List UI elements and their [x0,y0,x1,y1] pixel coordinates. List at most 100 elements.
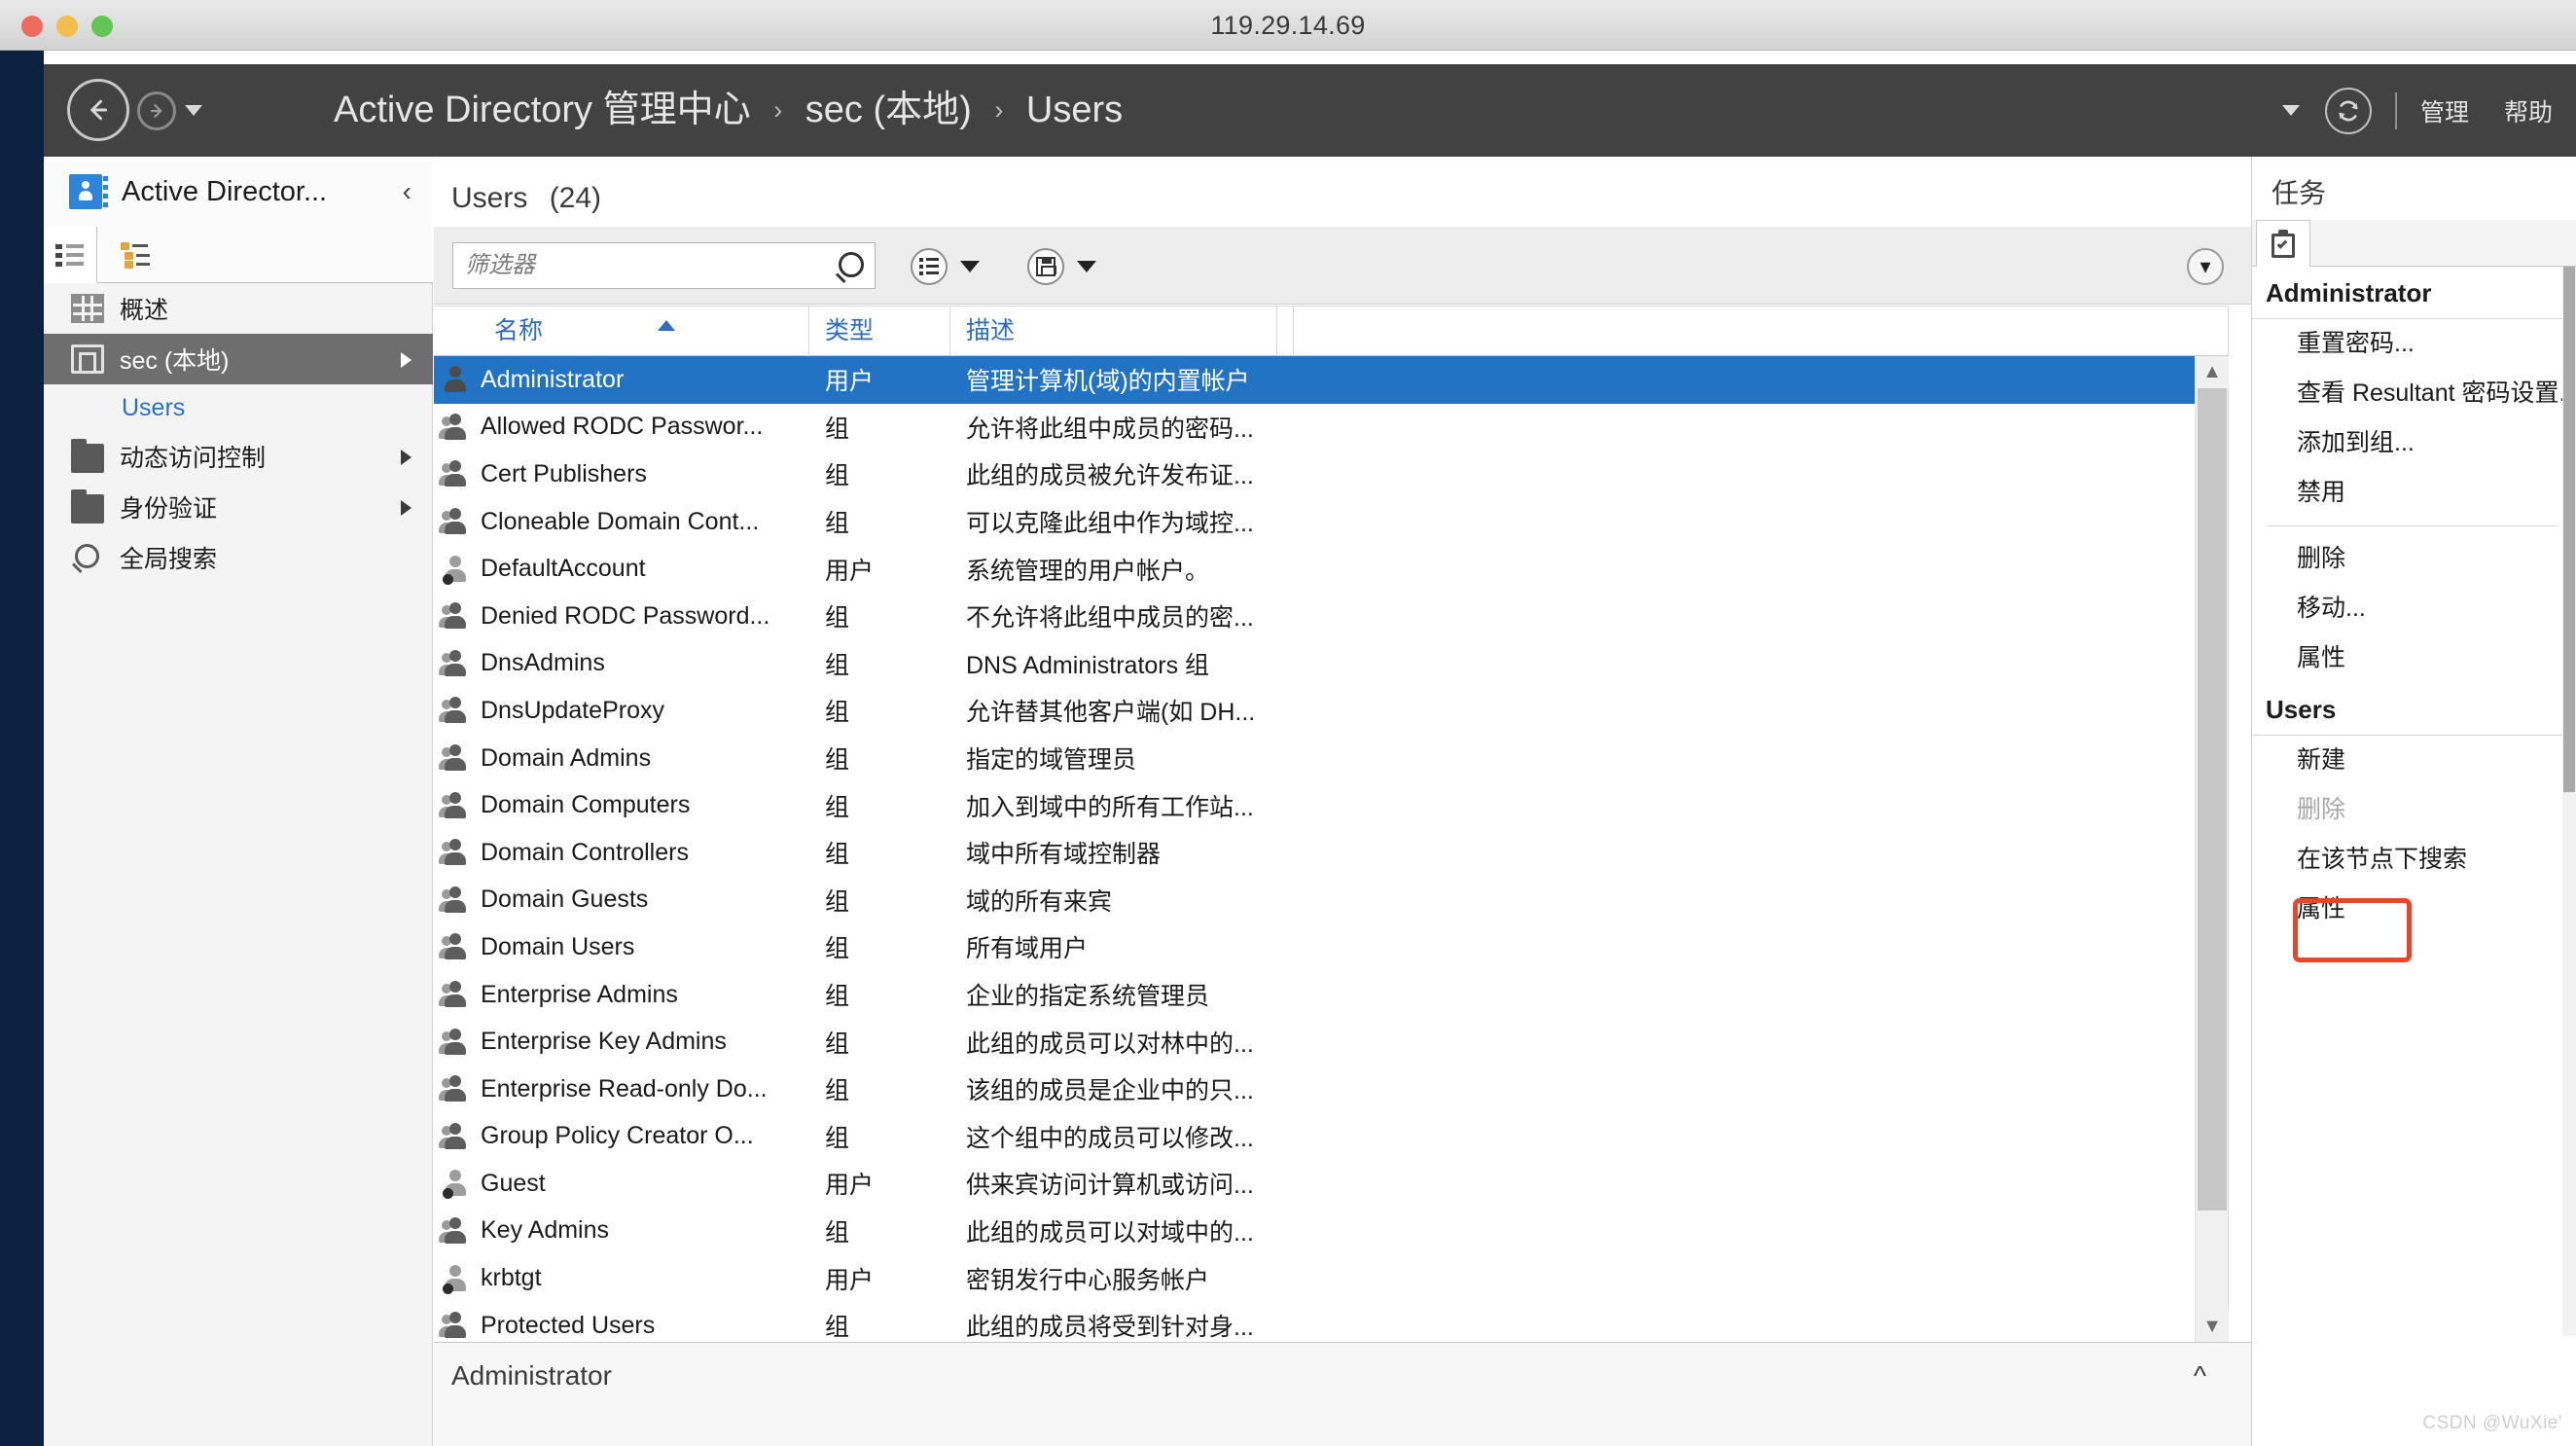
breadcrumb-item-domain[interactable]: sec (本地) [805,90,972,130]
row-type-cell: 组 [825,887,850,916]
column-header-description[interactable]: 描述 [950,307,1277,356]
chevron-down-icon[interactable] [1077,261,1096,272]
preview-label: Administrator [451,1360,612,1391]
sidebar-title: Active Director... [122,175,328,207]
task-item[interactable]: 查看 Resultant 密码设置... [2252,369,2576,418]
table-row[interactable]: Guest 用户 供来宾访问计算机或访问... [434,1160,2195,1208]
table-row[interactable]: DnsUpdateProxy 组 允许替其他客户端(如 DH... [434,687,2195,735]
row-type-cell: 组 [825,1030,850,1058]
chevron-right-icon[interactable] [401,352,411,368]
columns-tool[interactable] [911,248,980,285]
column-header-name[interactable]: 名称 [479,307,809,356]
scroll-down-button[interactable]: ▼ [2196,1311,2229,1342]
task-item[interactable]: 添加到组... [2252,418,2576,468]
sidebar-item-overview[interactable]: 概述 [44,283,433,334]
row-icon-cell [434,791,479,820]
table-scrollbar[interactable]: ▲ ▼ [2195,356,2229,1342]
sidebar-item-users[interactable]: Users [44,384,433,431]
chevron-right-icon[interactable] [401,500,411,516]
header-divider [2394,91,2397,129]
manage-menu[interactable]: 管理 [2420,93,2469,128]
table-row[interactable]: Enterprise Key Admins 组 此组的成员可以对林中的... [434,1018,2195,1066]
row-name-cell: Denied RODC Password... [481,601,770,630]
table-row[interactable]: Domain Guests 组 域的所有来宾 [434,877,2195,924]
save-tool[interactable] [1027,248,1096,285]
refresh-button[interactable] [2324,87,2372,134]
row-description-cell: 此组的成员可以对域中的... [966,1218,1254,1247]
filter-box[interactable] [452,242,876,289]
breadcrumb-item-users[interactable]: Users [1026,90,1123,130]
table-row[interactable]: Cert Publishers 组 此组的成员被允许发布证... [434,451,2195,498]
user-disabled-icon [442,1264,471,1294]
table-row[interactable]: Domain Users 组 所有域用户 [434,923,2195,971]
row-description-cell: 加入到域中的所有工作站... [966,793,1254,821]
chevron-down-icon[interactable] [960,261,980,272]
table-row[interactable]: Key Admins 组 此组的成员可以对域中的... [434,1208,2195,1255]
table-row[interactable]: Administrator 用户 管理计算机(域)的内置帐户 [434,356,2195,404]
row-name-cell: DefaultAccount [481,555,646,583]
scrollbar-thumb[interactable] [2198,388,2227,1211]
task-item[interactable]: 新建 [2252,736,2576,785]
sidebar-tab-tree-view[interactable] [97,227,433,283]
chevron-down-icon[interactable] [2281,105,2300,116]
row-name-cell: Cert Publishers [481,459,647,488]
sidebar: Active Director... ‹ 概述 sec (本地) Users 动… [44,157,433,1446]
table-row[interactable]: Domain Computers 组 加入到域中的所有工作站... [434,781,2195,829]
table-row[interactable]: Cloneable Domain Cont... 组 可以克隆此组中作为域控... [434,498,2195,546]
row-icon-cell [434,1169,479,1200]
row-type-cell: 组 [825,604,850,633]
expand-filter-button[interactable]: ▾ [2187,248,2224,285]
breadcrumb-item-root[interactable]: Active Directory 管理中心 [334,90,751,130]
help-menu[interactable]: 帮助 [2504,93,2553,128]
sidebar-item-label: 概述 [120,297,169,324]
collapse-sidebar-button[interactable]: ‹ [403,176,411,207]
column-header-type[interactable]: 类型 [809,307,950,356]
chevron-right-icon[interactable] [401,450,411,465]
task-item[interactable]: 重置密码... [2252,319,2576,369]
table-row[interactable]: Group Policy Creator O... 组 这个组中的成员可以修改... [434,1113,2195,1161]
sidebar-item-domain[interactable]: sec (本地) [44,334,433,384]
chevron-up-icon[interactable]: ^ [2194,1360,2206,1392]
group-icon [439,413,471,442]
sidebar-item-authentication[interactable]: 身份验证 [44,482,433,532]
row-description-cell: 不允许将此组中成员的密... [966,604,1254,633]
task-item[interactable]: 属性 [2252,885,2576,934]
sidebar-item-dynamic-access-control[interactable]: 动态访问控制 [44,431,433,482]
sidebar-item-global-search[interactable]: 全局搜索 [44,532,433,583]
row-icon-cell [434,1074,479,1103]
row-type-cell: 组 [825,510,850,538]
task-item[interactable]: 属性 [2252,633,2576,683]
save-button[interactable] [1027,248,1064,285]
task-item[interactable]: 移动... [2252,584,2576,633]
history-dropdown-icon[interactable] [185,105,202,116]
filter-input[interactable] [465,243,825,288]
table-row[interactable]: DnsAdmins 组 DNS Administrators 组 [434,640,2195,688]
table-row[interactable]: Enterprise Admins 组 企业的指定系统管理员 [434,971,2195,1019]
table-row[interactable]: Domain Controllers 组 域中所有域控制器 [434,829,2195,877]
sidebar-tab-list-view[interactable] [44,227,97,283]
row-name-cell: Enterprise Admins [481,980,678,1008]
table-body[interactable]: Administrator 用户 管理计算机(域)的内置帐户 Allowed RODC… [434,356,2195,1342]
row-type-cell: 用户 [825,1266,875,1294]
group-icon [439,743,471,773]
table-row[interactable]: Protected Users 组 此组的成员将受到针对身... [434,1302,2195,1342]
table-row[interactable]: Denied RODC Password... 组 不允许将此组中成员的密... [434,593,2195,640]
table-row[interactable]: krbtgt 用户 密钥发行中心服务帐户 [434,1254,2195,1302]
tasks-scrollbar-thumb[interactable] [2563,267,2575,792]
table-row[interactable]: DefaultAccount 用户 系统管理的用户帐户。 [434,545,2195,593]
tasks-scrollbar[interactable] [2562,267,2576,1336]
table-row[interactable]: Enterprise Read-only Do... 组 该组的成员是企业中的只..… [434,1066,2195,1113]
save-icon [1036,257,1056,276]
tasks-tab[interactable] [2256,220,2310,267]
search-icon[interactable] [836,252,864,279]
preview-bar: Administrator ^ [434,1342,2251,1446]
columns-list-button[interactable] [911,248,948,285]
scroll-up-button[interactable]: ▲ [2196,356,2229,387]
table-row[interactable]: Allowed RODC Passwor... 组 允许将此组中成员的密码... [434,404,2195,452]
back-button[interactable] [67,79,129,141]
task-item[interactable]: 删除 [2252,534,2576,584]
table-row[interactable]: Domain Admins 组 指定的域管理员 [434,735,2195,782]
task-item[interactable]: 在该节点下搜索 [2252,835,2576,885]
task-item[interactable]: 禁用 [2252,468,2576,518]
forward-button[interactable] [137,91,176,130]
